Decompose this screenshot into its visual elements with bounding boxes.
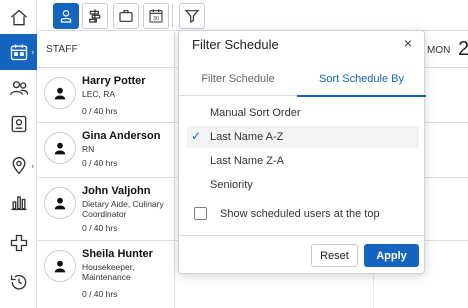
modal-footer-divider [179, 235, 426, 236]
avatar [44, 187, 76, 219]
nav-location[interactable]: › [0, 148, 37, 184]
briefcase-icon [119, 10, 133, 22]
nav-history[interactable] [0, 264, 37, 300]
nav-home[interactable] [0, 0, 37, 36]
staff-hours: 0 / 40 hrs [82, 158, 118, 168]
history-icon [10, 274, 26, 290]
schedule-toolbar: 30 [38, 0, 468, 31]
modal-tabs: Filter Schedule Sort Schedule By [179, 62, 426, 97]
staff-column-header: STAFF [38, 32, 175, 68]
sort-option-seniority[interactable]: Seniority [187, 174, 419, 196]
avatar [44, 132, 76, 164]
view-month-button[interactable]: 30 [143, 3, 169, 29]
check-icon: ✓ [191, 129, 202, 143]
chevron-right-icon: › [31, 161, 34, 171]
view-position-button[interactable] [113, 3, 139, 29]
home-icon [10, 9, 27, 26]
people-icon [9, 81, 28, 95]
nav-reports[interactable] [0, 184, 37, 220]
staff-cell[interactable]: John Valjohn Dietary Aide, Culinary Coor… [38, 179, 175, 241]
show-scheduled-top-row: Show scheduled users at the top [194, 207, 380, 220]
filter-icon [184, 10, 200, 23]
filter-schedule-modal: Filter Schedule × Filter Schedule Sort S… [178, 30, 426, 274]
staff-name: Gina Anderson [82, 130, 161, 142]
staff-role: LEC, RA [82, 89, 116, 99]
staff-name: John Valjohn [82, 185, 151, 197]
nav-medical[interactable] [0, 225, 37, 261]
staff-role: Housekeeper, Maintenance [82, 262, 135, 282]
sort-option-label: Manual Sort Order [210, 107, 301, 119]
person-icon [54, 142, 66, 155]
calendar-30-icon: 30 [149, 9, 163, 23]
chart-icon [11, 196, 26, 211]
reset-button[interactable]: Reset [311, 244, 358, 267]
person-icon [54, 197, 66, 210]
staff-hours: 0 / 40 hrs [82, 106, 118, 116]
nav-schedule[interactable]: › [0, 34, 37, 70]
calendar-number: 30 [153, 16, 159, 22]
checkbox-label: Show scheduled users at the top [220, 207, 380, 220]
staff-hours: 0 / 40 hrs [82, 289, 118, 299]
medical-cross-icon [10, 234, 27, 252]
nav-people[interactable] [0, 70, 37, 106]
show-scheduled-top-checkbox[interactable] [194, 207, 207, 220]
view-timeline-button[interactable] [82, 3, 108, 29]
sort-option-last-name-za[interactable]: Last Name Z-A [187, 150, 419, 172]
nav-rail: › › [0, 0, 37, 308]
sort-option-label: Seniority [210, 179, 253, 191]
staff-cell[interactable]: Harry Potter LEC, RA 0 / 40 hrs [38, 69, 175, 123]
staff-hours: 0 / 40 hrs [82, 223, 118, 233]
tab-filter-schedule[interactable]: Filter Schedule [179, 62, 297, 96]
person-icon [60, 10, 72, 23]
day-number: 2 [458, 38, 468, 60]
staff-cell[interactable]: Sheila Hunter Housekeeper, Maintenance 0… [38, 242, 175, 308]
modal-title: Filter Schedule [192, 37, 279, 52]
staff-name: Sheila Hunter [82, 248, 153, 260]
sort-option-label: Last Name Z-A [210, 155, 284, 167]
sort-option-label: Last Name A-Z [210, 131, 284, 143]
staff-role: Dietary Aide, Culinary Coordinator [82, 199, 164, 219]
staff-cell[interactable]: Gina Anderson RN 0 / 40 hrs [38, 124, 175, 178]
location-icon [11, 157, 26, 175]
calendar-icon [10, 44, 27, 61]
chevron-right-icon: › [31, 47, 34, 57]
view-staff-button[interactable] [53, 3, 79, 29]
avatar [44, 77, 76, 109]
staff-role: RN [82, 144, 95, 154]
filter-button[interactable] [179, 3, 205, 29]
day-label: MON [427, 45, 451, 56]
nav-badge[interactable] [0, 106, 37, 142]
apply-button[interactable]: Apply [364, 244, 419, 267]
toolbar-divider [172, 4, 173, 28]
sort-option-manual[interactable]: Manual Sort Order [187, 102, 419, 124]
person-icon [54, 87, 66, 100]
close-icon[interactable]: × [404, 35, 412, 51]
avatar [44, 250, 76, 282]
timeline-icon [89, 9, 101, 23]
sort-option-last-name-az[interactable]: ✓ Last Name A-Z [187, 126, 419, 148]
tab-sort-schedule-by[interactable]: Sort Schedule By [297, 62, 426, 97]
staff-name: Harry Potter [82, 75, 146, 87]
person-icon [54, 260, 66, 273]
id-badge-icon [11, 115, 26, 133]
